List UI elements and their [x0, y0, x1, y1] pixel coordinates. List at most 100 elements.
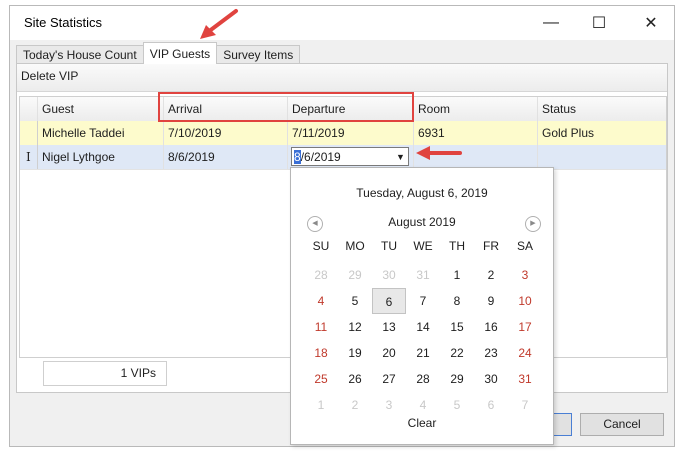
calendar-today-title[interactable]: Tuesday, August 6, 2019: [291, 186, 553, 200]
calendar-day[interactable]: 25: [304, 366, 338, 392]
guest-cell[interactable]: Nigel Lythgoe: [38, 145, 164, 169]
maximize-icon: ☐: [591, 15, 607, 32]
column-header-arrival[interactable]: Arrival: [164, 97, 288, 121]
table-row[interactable]: Michelle Taddei 7/10/2019 7/11/2019 6931…: [20, 121, 666, 146]
calendar-day[interactable]: 6: [372, 288, 406, 314]
calendar-day[interactable]: 14: [406, 314, 440, 340]
calendar-day[interactable]: 28: [304, 262, 338, 288]
vip-count-box: 1 VIPs: [43, 361, 167, 386]
tab-todays-house-count[interactable]: Today's House Count: [16, 45, 144, 64]
calendar-day[interactable]: 31: [406, 262, 440, 288]
calendar-day[interactable]: 5: [338, 288, 372, 314]
date-picker-popup: Tuesday, August 6, 2019 ◀ August 2019 ▶ …: [290, 167, 554, 445]
calendar-week-row: 18 19 20 21 22 23 24: [304, 340, 542, 366]
close-icon: ✕: [644, 15, 658, 32]
departure-date-value: 8/6/2019: [294, 149, 341, 165]
weekday-label: TH: [449, 239, 465, 253]
row-indicator-header: [20, 97, 38, 121]
calendar-day[interactable]: 6: [474, 392, 508, 418]
calendar-day[interactable]: 23: [474, 340, 508, 366]
calendar-week-row: 4 5 6 7 8 9 10: [304, 288, 542, 314]
guest-cell[interactable]: Michelle Taddei: [38, 121, 164, 145]
departure-date-editor[interactable]: 8/6/2019 ▼: [291, 147, 409, 166]
calendar-month-label: August 2019: [388, 215, 456, 229]
calendar-day[interactable]: 4: [406, 392, 440, 418]
minimize-icon: —: [543, 14, 559, 31]
calendar-day[interactable]: 27: [372, 366, 406, 392]
calendar-day[interactable]: 7: [406, 288, 440, 314]
calendar-day-grid: SU MO TU WE TH FR SA 28 29 30 31 1 2 3 4 5 6 7 8 9 10 11 12 13 1…: [304, 236, 542, 418]
calendar-day[interactable]: 19: [338, 340, 372, 366]
weekday-label: SA: [516, 239, 533, 253]
weekday-label: WE: [413, 239, 433, 253]
row-indicator: [20, 121, 38, 145]
calendar-day[interactable]: 9: [474, 288, 508, 314]
calendar-day[interactable]: 26: [338, 366, 372, 392]
weekday-label: SU: [312, 239, 330, 253]
calendar-day[interactable]: 11: [304, 314, 338, 340]
calendar-day[interactable]: 24: [508, 340, 542, 366]
close-button[interactable]: ✕: [628, 6, 674, 40]
text-caret: 8: [294, 150, 301, 164]
calendar-week-row: 28 29 30 31 1 2 3: [304, 262, 542, 288]
calendar-day[interactable]: 10: [508, 288, 542, 314]
maximize-button[interactable]: ☐: [576, 6, 622, 40]
calendar-day[interactable]: 28: [406, 366, 440, 392]
calendar-day[interactable]: 7: [508, 392, 542, 418]
calendar-day[interactable]: 22: [440, 340, 474, 366]
calendar-day[interactable]: 4: [304, 288, 338, 314]
room-cell[interactable]: 6931: [414, 121, 538, 145]
calendar-day[interactable]: 3: [508, 262, 542, 288]
calendar-clear-button[interactable]: Clear: [291, 416, 553, 430]
grid-header-row: Guest Arrival Departure Room Status: [20, 97, 666, 122]
calendar-day[interactable]: 21: [406, 340, 440, 366]
calendar-day[interactable]: 1: [304, 392, 338, 418]
weekday-label: MO: [345, 239, 365, 253]
status-cell[interactable]: Gold Plus: [538, 121, 666, 145]
calendar-week-row: 1234567: [304, 392, 542, 418]
departure-date-rest: /6/2019: [300, 150, 341, 164]
departure-cell[interactable]: 7/11/2019: [288, 121, 414, 145]
calendar-day[interactable]: 31: [508, 366, 542, 392]
calendar-day[interactable]: 2: [338, 392, 372, 418]
status-cell[interactable]: [538, 145, 666, 169]
calendar-day[interactable]: 17: [508, 314, 542, 340]
calendar-day[interactable]: 30: [474, 366, 508, 392]
calendar-day[interactable]: 29: [440, 366, 474, 392]
calendar-day[interactable]: 3: [372, 392, 406, 418]
chevron-down-icon: ▼: [396, 151, 405, 162]
calendar-day[interactable]: 16: [474, 314, 508, 340]
date-dropdown-button[interactable]: ▼: [393, 148, 408, 165]
calendar-week-row: 11 12 13 14 15 16 17: [304, 314, 542, 340]
next-month-icon[interactable]: ▶: [525, 216, 541, 232]
calendar-day[interactable]: 1: [440, 262, 474, 288]
minimize-button[interactable]: —: [528, 6, 574, 40]
cancel-button[interactable]: Cancel: [580, 413, 664, 436]
delete-vip-button[interactable]: Delete VIP: [21, 69, 78, 83]
column-header-room[interactable]: Room: [414, 97, 538, 121]
room-cell[interactable]: [414, 145, 538, 169]
toolbar: Delete VIP: [17, 64, 667, 92]
calendar-day[interactable]: 29: [338, 262, 372, 288]
column-header-status[interactable]: Status: [538, 97, 666, 121]
edit-row-indicator: I: [20, 145, 38, 169]
tab-survey-items[interactable]: Survey Items: [216, 45, 301, 64]
calendar-day[interactable]: 13: [372, 314, 406, 340]
window-title: Site Statistics: [24, 15, 103, 30]
calendar-day[interactable]: 18: [304, 340, 338, 366]
arrival-cell[interactable]: 7/10/2019: [164, 121, 288, 145]
calendar-day[interactable]: 30: [372, 262, 406, 288]
calendar-day[interactable]: 2: [474, 262, 508, 288]
calendar-day[interactable]: 20: [372, 340, 406, 366]
calendar-day[interactable]: 15: [440, 314, 474, 340]
weekday-header-row: SU MO TU WE TH FR SA: [304, 236, 542, 262]
calendar-day[interactable]: 8: [440, 288, 474, 314]
calendar-day[interactable]: 5: [440, 392, 474, 418]
tab-strip: Today's House Count VIP Guests Survey It…: [16, 42, 301, 64]
calendar-day[interactable]: 12: [338, 314, 372, 340]
weekday-label: TU: [381, 239, 397, 253]
column-header-departure[interactable]: Departure: [288, 97, 414, 121]
column-header-guest[interactable]: Guest: [38, 97, 164, 121]
arrival-cell[interactable]: 8/6/2019: [164, 145, 288, 169]
tab-vip-guests[interactable]: VIP Guests: [142, 42, 218, 64]
